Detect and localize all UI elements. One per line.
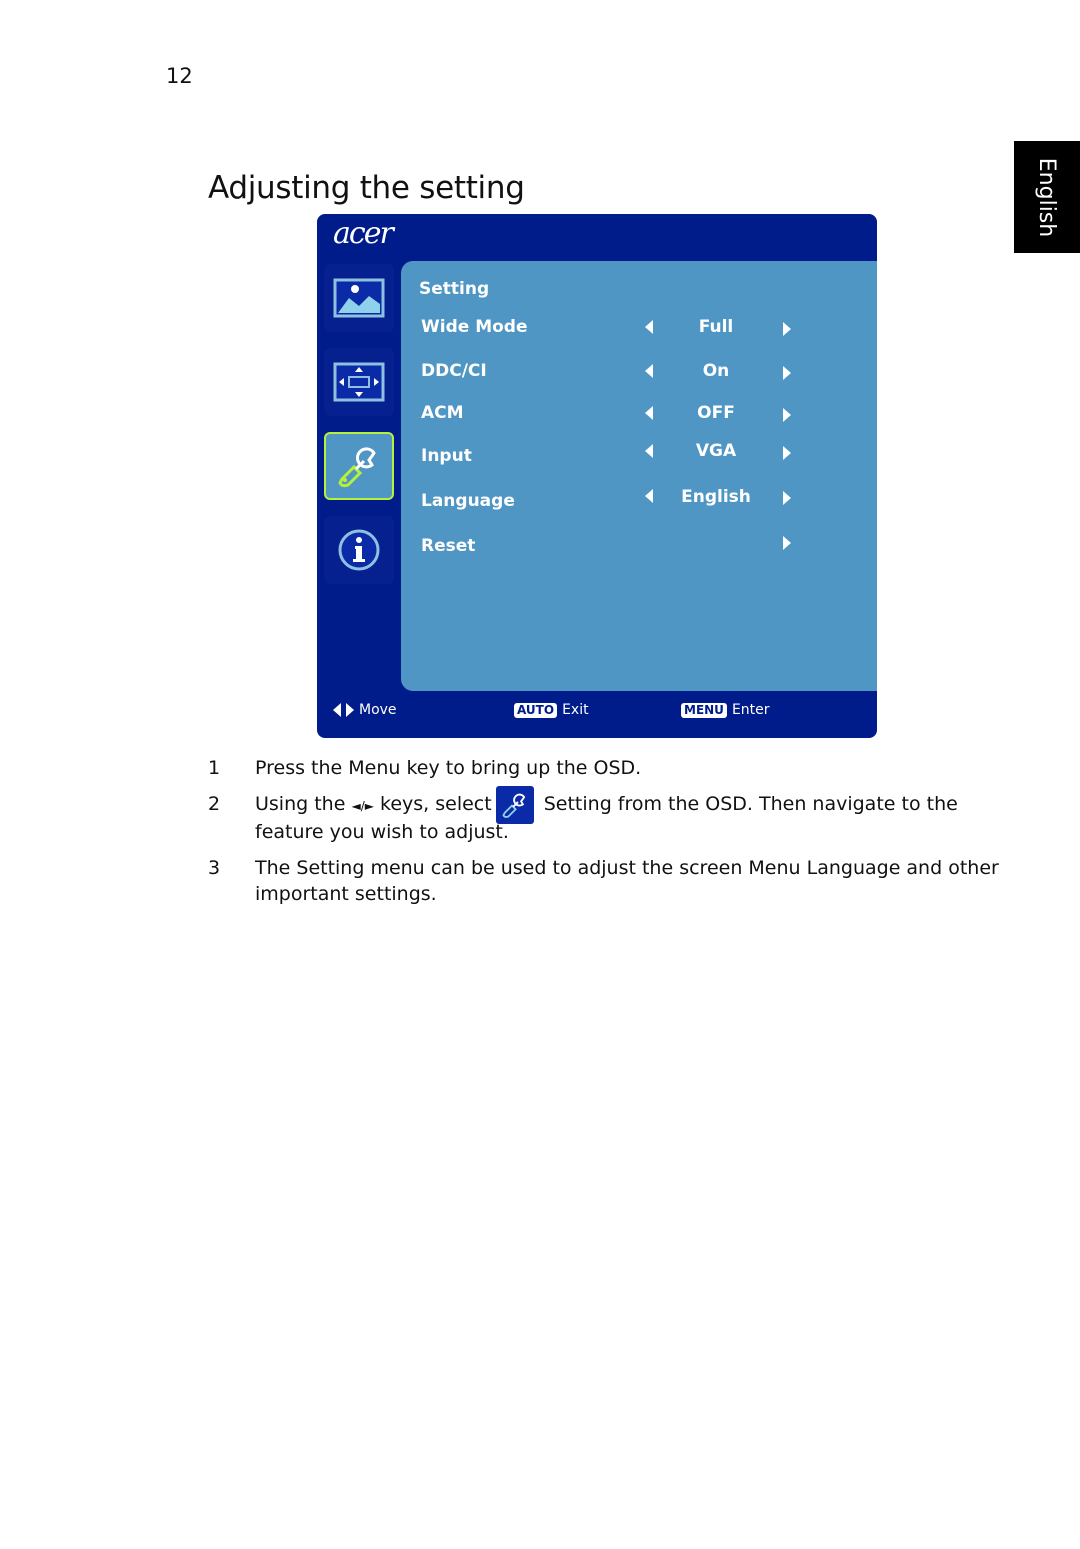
- step-number: 3: [208, 857, 221, 879]
- right-arrow-icon[interactable]: [783, 366, 791, 380]
- picture-icon: [333, 278, 385, 318]
- osd-menu: acer Setting Wide Mode Full DDC/CI On AC…: [317, 214, 877, 738]
- setting-value: English: [681, 487, 751, 507]
- menu-key-badge: MENU: [681, 702, 727, 718]
- step-item: 3 The Setting menu can be used to adjust…: [208, 855, 1008, 907]
- setting-value: Full: [698, 317, 734, 337]
- right-arrow-icon: [346, 703, 354, 717]
- language-tab-label: English: [1034, 157, 1060, 237]
- setting-row-input[interactable]: Input VGA: [421, 441, 801, 472]
- sidebar-item-picture[interactable]: [324, 264, 394, 332]
- setting-wrench-icon: [495, 785, 534, 824]
- sidebar-item-position[interactable]: [324, 348, 394, 416]
- auto-key-badge: AUTO: [514, 702, 558, 718]
- setting-value: VGA: [695, 441, 737, 461]
- step-text: The Setting menu can be used to adjust t…: [255, 857, 999, 905]
- step-text: Press the Menu key to bring up the OSD.: [255, 757, 642, 779]
- sidebar-item-setting[interactable]: [324, 432, 394, 500]
- enter-label: Enter: [731, 702, 770, 718]
- footer-exit: AUTO Exit: [514, 702, 589, 718]
- step-number: 1: [208, 757, 221, 779]
- setting-row-language[interactable]: Language English: [421, 487, 801, 517]
- setting-label: Input: [421, 446, 472, 466]
- left-arrow-icon[interactable]: [645, 364, 653, 378]
- setting-row-acm[interactable]: ACM OFF: [421, 403, 801, 429]
- left-arrow-icon[interactable]: [645, 444, 653, 458]
- setting-row-ddcci[interactable]: DDC/CI On: [421, 361, 801, 387]
- step-text-mid: keys, select: [380, 793, 492, 815]
- left-arrow-icon[interactable]: [645, 406, 653, 420]
- osd-footer: Move AUTO Exit MENU Enter: [317, 702, 877, 726]
- setting-label: Language: [421, 491, 515, 511]
- instruction-steps: 1 Press the Menu key to bring up the OSD…: [208, 755, 1008, 917]
- footer-enter: MENU Enter: [681, 702, 770, 718]
- acer-logo: acer: [333, 216, 394, 251]
- move-label: Move: [359, 702, 397, 718]
- setting-row-wide-mode[interactable]: Wide Mode Full: [421, 317, 801, 343]
- settings-panel: Setting Wide Mode Full DDC/CI On ACM OFF…: [401, 261, 877, 691]
- left-arrow-icon[interactable]: [645, 320, 653, 334]
- exit-label: Exit: [562, 702, 589, 718]
- footer-move: Move: [333, 702, 397, 718]
- setting-label: Reset: [421, 536, 476, 556]
- step-item: 2 Using the ◄/► keys, select Setting from…: [208, 785, 1008, 845]
- position-icon: [333, 362, 385, 402]
- wrench-icon: [338, 447, 376, 488]
- step-text-before: Using the: [255, 793, 346, 815]
- setting-label: ACM: [421, 403, 464, 423]
- right-arrow-icon[interactable]: [783, 408, 791, 422]
- setting-value: On: [702, 361, 730, 381]
- info-icon: [338, 529, 380, 571]
- setting-label: Wide Mode: [421, 317, 528, 337]
- setting-row-reset[interactable]: Reset: [421, 536, 801, 562]
- left-arrow-icon[interactable]: [645, 489, 653, 503]
- arrow-keys-icon: ◄/►: [351, 799, 374, 813]
- page-title: Adjusting the setting: [208, 170, 525, 206]
- right-arrow-icon[interactable]: [783, 322, 791, 336]
- step-number: 2: [208, 793, 221, 815]
- right-arrow-icon[interactable]: [783, 446, 791, 460]
- sidebar-item-info[interactable]: [324, 516, 394, 584]
- step-item: 1 Press the Menu key to bring up the OSD…: [208, 755, 1008, 781]
- page-number: 12: [166, 64, 193, 88]
- panel-heading: Setting: [419, 279, 490, 299]
- right-arrow-icon[interactable]: [783, 536, 791, 550]
- left-arrow-icon: [333, 703, 341, 717]
- language-tab: English: [1014, 141, 1080, 253]
- osd-sidebar: [324, 264, 396, 600]
- setting-label: DDC/CI: [421, 361, 487, 381]
- right-arrow-icon[interactable]: [783, 491, 791, 505]
- setting-value: OFF: [697, 403, 735, 423]
